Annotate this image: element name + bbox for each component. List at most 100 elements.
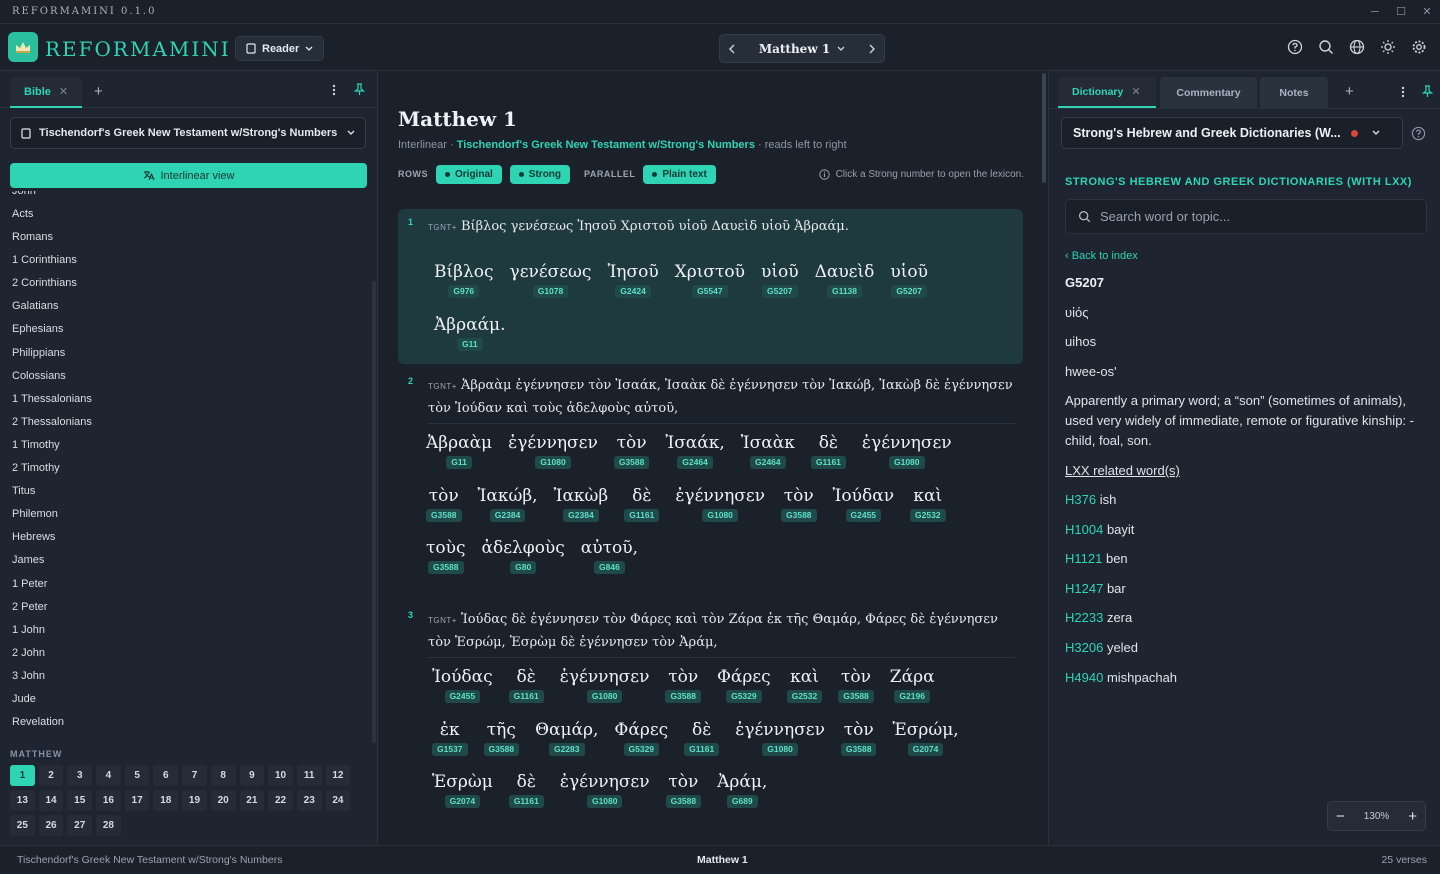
interlinear-word[interactable]: καὶ G2532: [910, 485, 946, 522]
add-tab-icon[interactable]: +: [1345, 83, 1354, 100]
book-list-scrollbar[interactable]: [372, 281, 376, 743]
interlinear-word[interactable]: τὸν G3588: [838, 666, 874, 703]
chapter-button[interactable]: 13: [10, 790, 35, 811]
book-item[interactable]: 1 Corinthians: [0, 249, 368, 272]
strong-number-badge[interactable]: G1138: [826, 285, 863, 298]
reader-scrollbar[interactable]: [1042, 73, 1046, 183]
lxx-related-item[interactable]: H4940 mishpachah: [1065, 668, 1427, 688]
interlinear-word[interactable]: Ζάρα G2196: [890, 666, 935, 703]
interlinear-view-button[interactable]: Interlinear view: [10, 163, 367, 188]
lxx-related-item[interactable]: H1004 bayit: [1065, 520, 1427, 540]
strong-number-badge[interactable]: G2455: [444, 690, 481, 703]
next-chapter-icon[interactable]: [868, 44, 876, 54]
more-vertical-icon[interactable]: [1401, 86, 1405, 98]
interlinear-word[interactable]: ἐγέννησεν G1080: [560, 771, 650, 808]
help-icon[interactable]: [1411, 126, 1426, 141]
lxx-related-link[interactable]: LXX related word(s): [1065, 461, 1427, 481]
interlinear-word[interactable]: ἐκ G1537: [432, 719, 468, 756]
reader-mode-button[interactable]: Reader: [235, 36, 324, 61]
strong-number-badge[interactable]: G3588: [840, 742, 877, 756]
dictionary-select[interactable]: Strong's Hebrew and Greek Dictionaries (…: [1061, 117, 1403, 149]
module-select[interactable]: Tischendorf's Greek New Testament w/Stro…: [10, 117, 366, 149]
subtitle-module[interactable]: Tischendorf's Greek New Testament w/Stro…: [457, 139, 755, 151]
book-item[interactable]: Galatians: [0, 295, 368, 318]
tab-bible[interactable]: Bible ✕: [10, 77, 83, 108]
more-vertical-icon[interactable]: [332, 84, 336, 96]
chapter-button[interactable]: 23: [296, 790, 322, 811]
strong-number-badge[interactable]: G11: [446, 456, 472, 469]
lxx-related-item[interactable]: H2233 zera: [1065, 608, 1427, 628]
chapter-button[interactable]: 10: [268, 765, 293, 786]
strong-number-badge[interactable]: G1161: [508, 690, 544, 703]
interlinear-word[interactable]: τὸν G3588: [665, 666, 701, 703]
theme-sun-icon[interactable]: [1379, 38, 1397, 56]
search-icon[interactable]: [1317, 38, 1335, 56]
book-item[interactable]: 2 Thessalonians: [0, 411, 368, 434]
strong-number-badge[interactable]: G3588: [483, 742, 520, 756]
prev-chapter-icon[interactable]: [728, 44, 736, 54]
chapter-button[interactable]: 18: [153, 790, 179, 811]
chapter-button[interactable]: 11: [296, 765, 322, 786]
strong-number-badge[interactable]: G5329: [726, 690, 762, 703]
interlinear-word[interactable]: Ἰούδας G2455: [432, 666, 493, 703]
strong-number-badge[interactable]: G1080: [702, 508, 738, 522]
strong-number-badge[interactable]: G1161: [684, 742, 720, 756]
interlinear-word[interactable]: ἐγέννησεν G1080: [508, 432, 598, 469]
book-item[interactable]: Jude: [0, 688, 368, 711]
interlinear-word[interactable]: τὸν G3588: [426, 485, 462, 522]
chapter-button[interactable]: 4: [96, 765, 121, 786]
chapter-button[interactable]: 16: [96, 790, 121, 811]
interlinear-word[interactable]: δὲ G1161: [508, 771, 544, 808]
interlinear-word[interactable]: Ἑσρώμ, G2074: [892, 719, 959, 756]
lxx-strong-link[interactable]: H1121: [1065, 551, 1102, 566]
book-item[interactable]: 2 Corinthians: [0, 272, 368, 295]
strong-number-badge[interactable]: G1537: [432, 742, 468, 756]
interlinear-word[interactable]: Θαμάρ, G2283: [535, 719, 598, 756]
strong-number-badge[interactable]: G689: [726, 795, 758, 808]
book-item[interactable]: 1 Thessalonians: [0, 388, 368, 411]
lxx-strong-link[interactable]: H3206: [1065, 640, 1103, 655]
chapter-button[interactable]: 9: [239, 765, 265, 786]
interlinear-word[interactable]: ἀδελφοὺς G80: [482, 537, 565, 574]
interlinear-word[interactable]: τὸν G3588: [613, 432, 650, 469]
interlinear-word[interactable]: Ἀράμ, G689: [717, 771, 767, 808]
zoom-out-button[interactable]: −: [1336, 808, 1345, 825]
interlinear-word[interactable]: Ἰσαάκ, G2464: [665, 432, 725, 469]
chapter-button[interactable]: 8: [210, 765, 236, 786]
interlinear-word[interactable]: ἐγέννησεν G1080: [735, 719, 825, 756]
strong-number-badge[interactable]: G1080: [535, 456, 571, 469]
chapter-button[interactable]: 20: [210, 790, 236, 811]
interlinear-word[interactable]: Βίβλος G976: [434, 261, 494, 298]
lxx-related-item[interactable]: H1121 ben: [1065, 549, 1427, 569]
interlinear-word[interactable]: αὐτοῦ, G846: [581, 537, 638, 574]
interlinear-word[interactable]: Ἰούδαν G2455: [833, 485, 894, 522]
book-item[interactable]: 1 Timothy: [0, 434, 368, 457]
interlinear-word[interactable]: τὸν G3588: [840, 719, 877, 756]
chapter-button[interactable]: 24: [325, 790, 351, 811]
lxx-related-item[interactable]: H3206 yeled: [1065, 638, 1427, 658]
strong-number-badge[interactable]: G11: [456, 337, 483, 351]
row-original-toggle[interactable]: Original: [436, 164, 502, 184]
book-item[interactable]: Philippians: [0, 342, 368, 365]
globe-icon[interactable]: [1348, 38, 1366, 56]
strong-number-badge[interactable]: G3588: [665, 795, 702, 808]
strong-number-badge[interactable]: G2384: [563, 508, 599, 522]
chapter-button[interactable]: 14: [38, 790, 64, 811]
interlinear-word[interactable]: Δαυεὶδ G1138: [815, 261, 874, 298]
zoom-in-button[interactable]: +: [1408, 808, 1417, 825]
strong-number-badge[interactable]: G5547: [692, 285, 728, 298]
strong-number-badge[interactable]: G2464: [677, 456, 713, 469]
book-item[interactable]: Titus: [0, 480, 368, 503]
strong-number-badge[interactable]: G2424: [615, 285, 651, 298]
strong-number-badge[interactable]: G2283: [548, 742, 585, 756]
chapter-button[interactable]: 7: [182, 765, 207, 786]
chapter-button[interactable]: 3: [67, 765, 93, 786]
chapter-button[interactable]: 27: [67, 815, 93, 836]
interlinear-word[interactable]: καὶ G2532: [786, 666, 823, 703]
pin-icon[interactable]: [354, 83, 365, 96]
strong-number-badge[interactable]: G846: [594, 561, 625, 574]
strong-number-badge[interactable]: G2464: [750, 456, 786, 469]
strong-number-badge[interactable]: G1161: [624, 508, 660, 522]
book-item[interactable]: James: [0, 549, 368, 572]
row-strong-toggle[interactable]: Strong: [509, 164, 571, 184]
